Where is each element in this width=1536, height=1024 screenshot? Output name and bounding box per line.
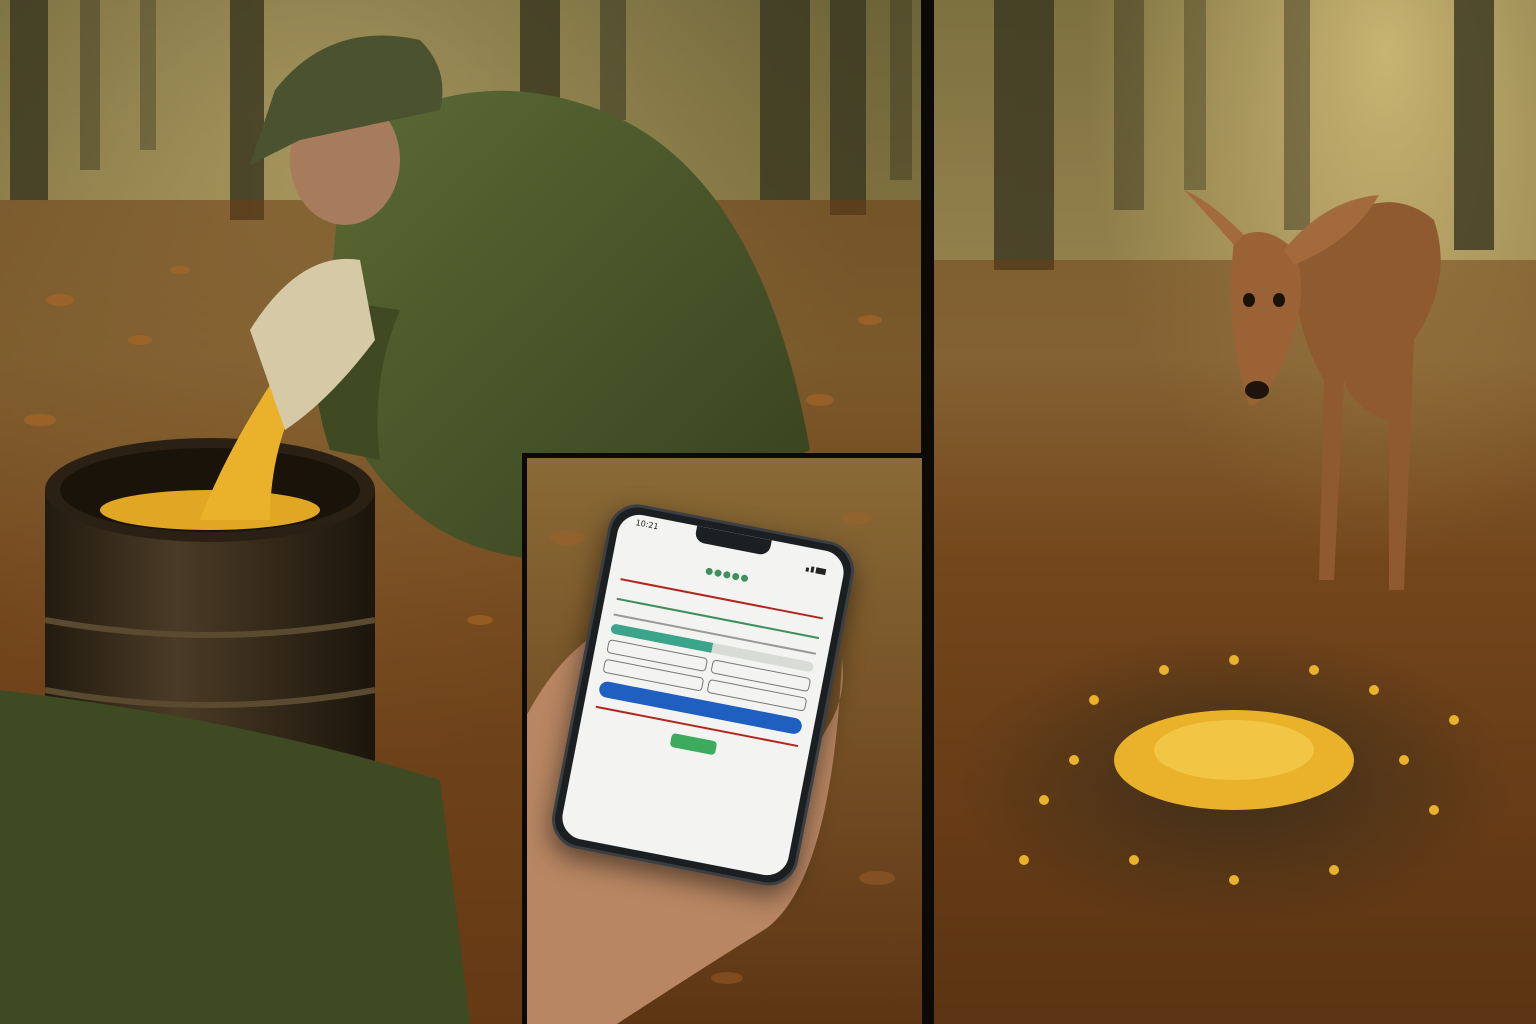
right-panel <box>934 0 1536 1024</box>
confirm-button[interactable] <box>669 732 718 756</box>
right-scene <box>934 0 1536 1024</box>
app-content <box>591 541 830 771</box>
rating-dots <box>624 544 830 602</box>
panel-divider <box>921 0 934 1024</box>
status-time: 10:21 <box>634 518 660 532</box>
signal-battery-icon <box>805 552 833 576</box>
